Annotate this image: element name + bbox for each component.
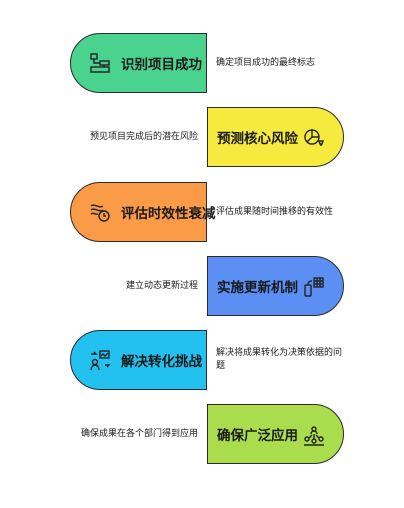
step-label: 预测核心风险 [217, 131, 298, 147]
step-description: 建立动态更新过程 [125, 281, 198, 291]
step-label: 确保广泛应用 [217, 428, 298, 444]
step-label: 识别项目成功 [121, 57, 202, 73]
step-label: 实施更新机制 [217, 280, 298, 296]
decay-clock-icon [89, 201, 111, 223]
step-predict-risk: 预测核心风险 [207, 107, 344, 167]
step-description: 确保成果在各个部门得到应用 [80, 429, 198, 439]
step-label: 评估时效性衰减 [121, 206, 216, 222]
step-implement-update: 实施更新机制 [207, 256, 344, 316]
network-people-icon [303, 424, 325, 446]
step-identify-success: 识别项目成功 [70, 33, 207, 93]
pie-chart-bulb-icon [303, 127, 325, 149]
step-label: 解决转化挑战 [121, 354, 202, 370]
step-ensure-adoption: 确保广泛应用 [207, 404, 344, 464]
phone-calculator-icon [303, 276, 325, 298]
presenter-icon [89, 349, 111, 371]
step-description: 评估成果随时间推移的有效性 [216, 207, 334, 217]
workflow-icon [89, 52, 111, 74]
step-description: 解决将成果转化为决策依据的问题 [216, 348, 343, 371]
step-solve-conversion: 解决转化挑战 [70, 330, 207, 390]
step-description: 预见项目完成后的潜在风险 [89, 132, 198, 142]
step-assess-decay: 评估时效性衰减 [70, 182, 216, 242]
step-description: 确定项目成功的最终标志 [216, 58, 316, 68]
